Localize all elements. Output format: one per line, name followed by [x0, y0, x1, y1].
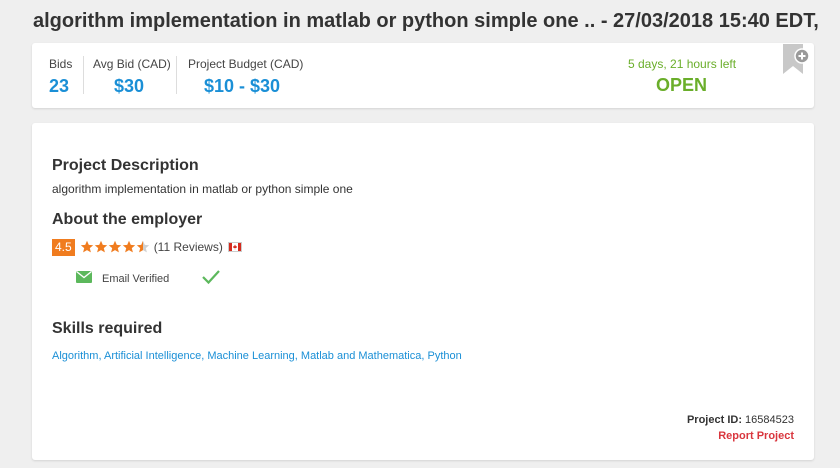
skills-heading: Skills required	[52, 320, 163, 337]
bids-label: Bids	[49, 57, 73, 71]
star-icon	[80, 240, 93, 253]
time-left: 5 days, 21 hours left	[628, 57, 737, 71]
canada-flag-icon	[227, 242, 242, 252]
avg-bid-stat: Avg Bid (CAD) $30	[93, 57, 171, 97]
skill-link[interactable]: Matlab and Mathematica	[301, 350, 421, 362]
star-icon	[94, 240, 107, 253]
status-badge: OPEN	[656, 75, 708, 95]
star-icon	[136, 240, 149, 253]
budget-label: Project Budget (CAD)	[188, 57, 304, 71]
skills-list: Algorithm, Artificial Intelligence, Mach…	[52, 350, 462, 362]
email-icon	[76, 270, 92, 288]
email-verified-label: Email Verified	[102, 273, 170, 285]
rating-stars	[80, 240, 150, 254]
project-description: algorithm implementation in matlab or py…	[52, 182, 353, 196]
star-icon	[122, 240, 135, 253]
star-icon	[108, 240, 121, 253]
project-id: Project ID: 16584523	[687, 414, 794, 426]
bids-value: 23	[49, 76, 70, 96]
employer-heading: About the employer	[52, 211, 203, 228]
description-heading: Project Description	[52, 157, 199, 174]
rating-badge: 4.5	[52, 238, 75, 256]
divider	[176, 56, 177, 94]
page-title: algorithm implementation in matlab or py…	[33, 10, 819, 32]
project-id-label: Project ID:	[686, 414, 742, 426]
skill-link[interactable]: Algorithm	[52, 350, 98, 362]
budget-value: $10 - $30	[204, 76, 281, 96]
project-details-card: Project Description algorithm implementa…	[32, 123, 814, 460]
checkmark-icon	[201, 269, 221, 290]
skill-link[interactable]: Machine Learning	[207, 350, 294, 362]
divider	[83, 56, 84, 94]
bids-stat: Bids 23	[49, 57, 72, 97]
avg-bid-label: Avg Bid (CAD)	[93, 57, 171, 71]
project-summary-card: Bids 23 Avg Bid (CAD) $30 Project Budget…	[32, 43, 814, 108]
skill-link[interactable]: Artificial Intelligence	[104, 350, 201, 362]
employer-rating: 4.5 (11 Reviews)	[52, 238, 242, 256]
bookmark-add-icon[interactable]	[783, 44, 813, 78]
avg-bid-value: $30	[114, 76, 145, 96]
budget-stat: Project Budget (CAD) $10 - $30	[188, 57, 303, 97]
reviews-count: (11 Reviews)	[153, 240, 223, 254]
skill-link[interactable]: Python	[427, 350, 461, 362]
project-id-value: 16584523	[745, 414, 794, 426]
report-project-link[interactable]: Report Project	[718, 430, 794, 442]
email-verified-row: Email Verified	[76, 269, 221, 289]
